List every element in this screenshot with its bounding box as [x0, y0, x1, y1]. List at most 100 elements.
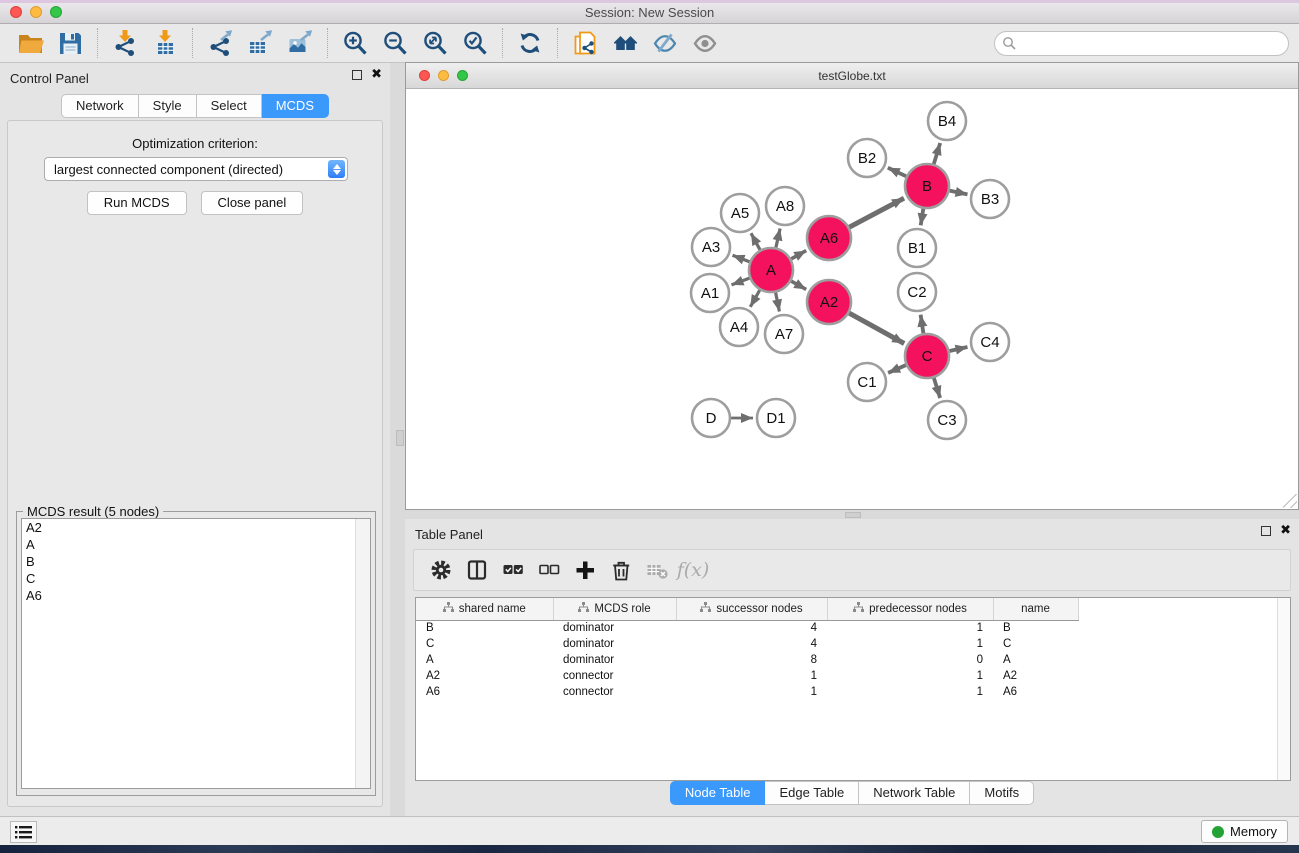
network-canvas[interactable]: B4B2BB3A8A5A6A3B1AC2A1A2A4A7C4CC1DD1C3 — [406, 89, 1298, 509]
result-list-item[interactable]: A — [22, 536, 370, 553]
node-C3[interactable]: C3 — [928, 401, 966, 439]
close-panel-button[interactable]: Close panel — [201, 191, 304, 215]
result-list-scrollbar[interactable] — [355, 519, 370, 788]
network-window-titlebar[interactable]: testGlobe.txt — [406, 63, 1298, 89]
edge-C-C1[interactable] — [888, 365, 906, 373]
node-A2[interactable]: A2 — [807, 280, 851, 324]
refresh-icon[interactable] — [510, 26, 550, 60]
task-history-button[interactable] — [10, 821, 37, 843]
vertical-splitter-handle[interactable] — [396, 430, 404, 446]
node-A5[interactable]: A5 — [721, 194, 759, 232]
table-row[interactable]: Cdominator41C — [416, 636, 1078, 652]
edge-A-A1[interactable] — [732, 278, 750, 285]
tab-node-table[interactable]: Node Table — [670, 781, 766, 805]
tab-mcds[interactable]: MCDS — [262, 94, 329, 118]
result-list-item[interactable]: A6 — [22, 587, 370, 604]
zoom-selected-icon[interactable] — [455, 26, 495, 60]
show-all-icon[interactable] — [685, 26, 725, 60]
node-A6[interactable]: A6 — [807, 216, 851, 260]
result-list-item[interactable]: B — [22, 553, 370, 570]
export-network-icon[interactable] — [200, 26, 240, 60]
column-header-name[interactable]: name — [993, 598, 1078, 620]
edge-A2-C[interactable] — [849, 313, 904, 343]
columns-icon[interactable] — [462, 555, 492, 585]
edge-A-A5[interactable] — [751, 233, 760, 250]
zoom-in-icon[interactable] — [335, 26, 375, 60]
tab-edge-table[interactable]: Edge Table — [765, 781, 859, 805]
result-list-item[interactable]: C — [22, 570, 370, 587]
edge-A6-B[interactable] — [849, 198, 904, 227]
node-C1[interactable]: C1 — [848, 363, 886, 401]
float-panel-icon[interactable] — [352, 70, 362, 80]
gear-icon[interactable] — [426, 555, 456, 585]
table-scrollbar[interactable] — [1277, 598, 1290, 780]
tab-select[interactable]: Select — [197, 94, 262, 118]
edge-A-A8[interactable] — [776, 229, 780, 248]
column-header-successor-nodes[interactable]: successor nodes — [676, 598, 827, 620]
table-row[interactable]: A6connector11A6 — [416, 684, 1078, 700]
new-session-icon[interactable] — [565, 26, 605, 60]
run-mcds-button[interactable]: Run MCDS — [87, 191, 187, 215]
open-file-icon[interactable] — [10, 26, 50, 60]
column-header-MCDS-role[interactable]: MCDS role — [553, 598, 676, 620]
edge-C-C3[interactable] — [934, 378, 940, 398]
horizontal-splitter-handle[interactable] — [845, 512, 861, 518]
column-header-predecessor-nodes[interactable]: predecessor nodes — [827, 598, 993, 620]
node-B[interactable]: B — [905, 164, 949, 208]
deselect-all-icon[interactable] — [534, 555, 564, 585]
column-header-shared-name[interactable]: shared name — [416, 598, 553, 620]
mcds-result-list[interactable]: A2ABCA6 — [21, 518, 371, 789]
result-list-item[interactable]: A2 — [22, 519, 370, 536]
node-B4[interactable]: B4 — [928, 102, 966, 140]
tab-network[interactable]: Network — [61, 94, 139, 118]
node-B1[interactable]: B1 — [898, 229, 936, 267]
edge-A-A4[interactable] — [750, 290, 759, 307]
node-A[interactable]: A — [749, 248, 793, 292]
node-B3[interactable]: B3 — [971, 180, 1009, 218]
node-C4[interactable]: C4 — [971, 323, 1009, 361]
table-row[interactable]: Bdominator41B — [416, 620, 1078, 636]
node-A8[interactable]: A8 — [766, 187, 804, 225]
edge-B-B1[interactable] — [921, 209, 924, 226]
save-session-icon[interactable] — [50, 26, 90, 60]
select-all-icon[interactable] — [498, 555, 528, 585]
tab-motifs[interactable]: Motifs — [970, 781, 1034, 805]
window-resize-grip[interactable] — [1283, 494, 1297, 508]
edge-B-B3[interactable] — [950, 191, 968, 195]
zoom-out-icon[interactable] — [375, 26, 415, 60]
edge-A-A2[interactable] — [791, 281, 806, 289]
first-neighbors-icon[interactable] — [605, 26, 645, 60]
tab-network-table[interactable]: Network Table — [859, 781, 970, 805]
node-C[interactable]: C — [905, 334, 949, 378]
table-row[interactable]: Adominator80A — [416, 652, 1078, 668]
edge-C-C4[interactable] — [950, 347, 968, 351]
edge-B-B2[interactable] — [888, 168, 906, 177]
node-A1[interactable]: A1 — [691, 274, 729, 312]
import-network-icon[interactable] — [105, 26, 145, 60]
import-table-icon[interactable] — [145, 26, 185, 60]
table-close-panel-icon[interactable]: ✖ — [1280, 526, 1291, 536]
export-table-icon[interactable] — [240, 26, 280, 60]
table-float-panel-icon[interactable] — [1261, 526, 1271, 536]
node-D[interactable]: D — [692, 399, 730, 437]
table-row[interactable]: A2connector11A2 — [416, 668, 1078, 684]
export-image-icon[interactable] — [280, 26, 320, 60]
tab-style[interactable]: Style — [139, 94, 197, 118]
hide-selected-icon[interactable] — [645, 26, 685, 60]
node-A4[interactable]: A4 — [720, 308, 758, 346]
edge-A-A6[interactable] — [791, 251, 806, 259]
criterion-dropdown[interactable]: largest connected component (directed) — [44, 157, 348, 181]
node-B2[interactable]: B2 — [848, 139, 886, 177]
memory-button[interactable]: Memory — [1201, 820, 1288, 843]
edge-B-B4[interactable] — [934, 143, 940, 164]
search-input[interactable] — [994, 31, 1289, 56]
node-A3[interactable]: A3 — [692, 228, 730, 266]
edge-A-A3[interactable] — [733, 255, 750, 262]
edge-A-A7[interactable] — [776, 293, 780, 312]
delete-column-icon[interactable] — [606, 555, 636, 585]
zoom-fit-icon[interactable] — [415, 26, 455, 60]
edge-C-C2[interactable] — [921, 315, 924, 334]
add-column-icon[interactable] — [570, 555, 600, 585]
node-A7[interactable]: A7 — [765, 315, 803, 353]
close-panel-icon[interactable]: ✖ — [371, 70, 382, 80]
